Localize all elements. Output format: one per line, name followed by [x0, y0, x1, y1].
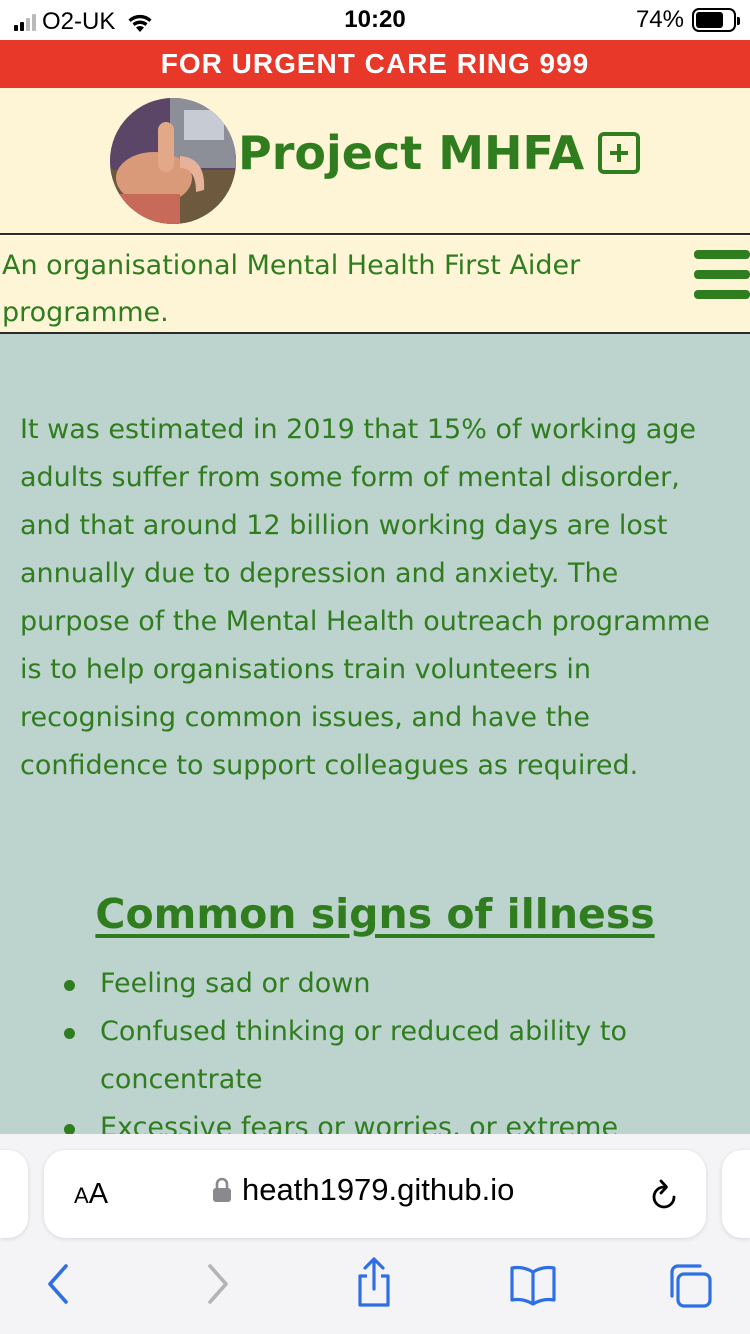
urgent-care-banner: FOR URGENT CARE RING 999	[0, 40, 750, 88]
list-item: Confused thinking or reduced ability to …	[64, 1008, 720, 1104]
plus-box-icon	[598, 132, 641, 174]
tabs-icon[interactable]	[666, 1262, 714, 1310]
site-title[interactable]: Project MHFA	[238, 126, 641, 180]
url-display[interactable]: heath1979.github.io	[212, 1172, 514, 1208]
section-title: Common signs of illness	[95, 890, 655, 938]
battery-icon	[692, 8, 740, 32]
site-title-text: Project MHFA	[238, 126, 585, 180]
status-bar: O2-UK 10:20 74%	[0, 0, 750, 40]
tagline-bar: An organisational Mental Health First Ai…	[0, 236, 750, 332]
site-header: Project MHFA	[0, 88, 750, 234]
list-item: Excessive fears or worries, or extreme	[64, 1104, 720, 1134]
previous-tab-peek[interactable]	[0, 1150, 28, 1238]
lock-icon	[213, 1177, 231, 1202]
back-icon[interactable]	[42, 1262, 76, 1306]
url-text: heath1979.github.io	[242, 1172, 515, 1207]
main-content[interactable]: It was estimated in 2019 that 15% of wor…	[0, 334, 750, 1134]
battery-percent: 74%	[635, 6, 684, 33]
hamburger-menu-icon[interactable]	[694, 250, 750, 306]
next-tab-peek[interactable]	[722, 1150, 750, 1238]
signs-list: Feeling sad or down Confused thinking or…	[64, 960, 720, 1134]
battery-fill	[696, 12, 723, 28]
intro-paragraph: It was estimated in 2019 that 15% of wor…	[20, 414, 710, 781]
address-bar[interactable]: AA heath1979.github.io	[44, 1150, 706, 1238]
reload-icon[interactable]	[648, 1178, 680, 1212]
status-right: 74%	[635, 6, 740, 34]
forward-icon[interactable]	[200, 1262, 234, 1306]
browser-toolbar	[0, 1257, 750, 1322]
text-size-button[interactable]: AA	[74, 1178, 108, 1211]
list-item: Feeling sad or down	[64, 960, 720, 1008]
bookmarks-icon[interactable]	[508, 1262, 558, 1306]
share-icon[interactable]	[354, 1256, 394, 1308]
browser-chrome: AA heath1979.github.io	[0, 1134, 750, 1334]
header-divider-top	[0, 233, 750, 235]
tagline: An organisational Mental Health First Ai…	[2, 250, 581, 328]
logo-image	[110, 98, 236, 224]
